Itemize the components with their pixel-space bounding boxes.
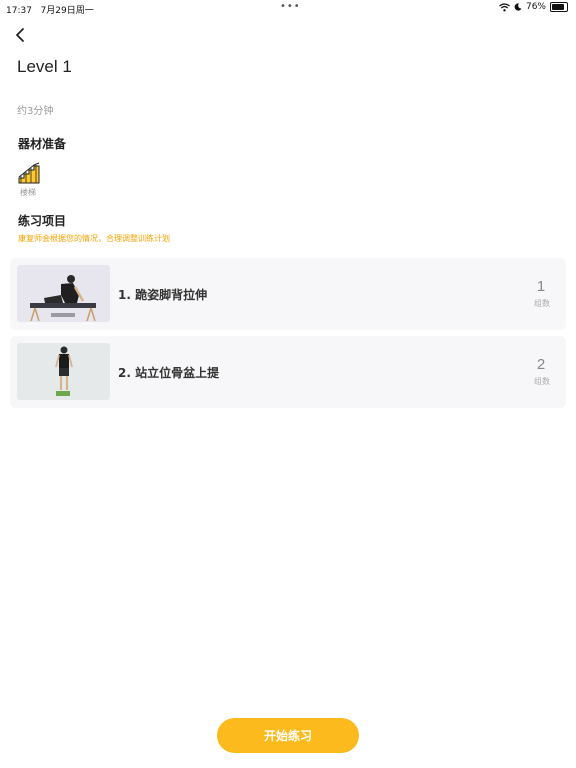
duration-text: 约3分钟	[17, 106, 54, 117]
moon-icon	[514, 3, 522, 11]
exercise-card-1[interactable]: 1. 跪姿脚背拉伸 1 组数	[10, 258, 566, 330]
exercise-name: 1. 跪姿脚背拉伸	[118, 288, 208, 302]
battery-percent: 76%	[525, 2, 546, 12]
set-count: 1	[536, 278, 546, 295]
set-count: 2	[536, 356, 546, 373]
back-button[interactable]	[12, 26, 30, 44]
stairs-icon	[18, 162, 40, 184]
date-text: 7月29日周一	[40, 6, 94, 16]
status-time: 17:37 7月29日周一	[6, 3, 94, 16]
battery-icon	[550, 2, 568, 12]
exercise-card-2[interactable]: 2. 站立位骨盆上提 2 组数	[10, 336, 566, 408]
status-bar: 17:37 7月29日周一 ••• 76%	[0, 0, 576, 16]
chevron-left-icon	[16, 28, 24, 42]
equipment-label: 楼梯	[20, 188, 36, 197]
exercise-thumbnail	[17, 265, 110, 322]
time-text: 17:37	[6, 6, 32, 16]
equipment-heading: 器材准备	[18, 137, 67, 151]
status-right: 76%	[499, 2, 568, 12]
start-practice-button[interactable]: 开始练习	[217, 718, 359, 753]
exercise-thumbnail	[17, 343, 110, 400]
page-title: Level 1	[17, 57, 72, 76]
set-unit: 组数	[534, 377, 550, 386]
exercises-heading: 练习项目	[18, 214, 67, 228]
multitask-dots-icon[interactable]: •••	[280, 1, 301, 12]
wifi-icon	[499, 2, 510, 11]
exercise-name: 2. 站立位骨盆上提	[118, 366, 220, 380]
exercise-hint: 康复师会根据您的情况，合理调整训练计划	[18, 234, 170, 243]
set-unit: 组数	[534, 299, 550, 308]
